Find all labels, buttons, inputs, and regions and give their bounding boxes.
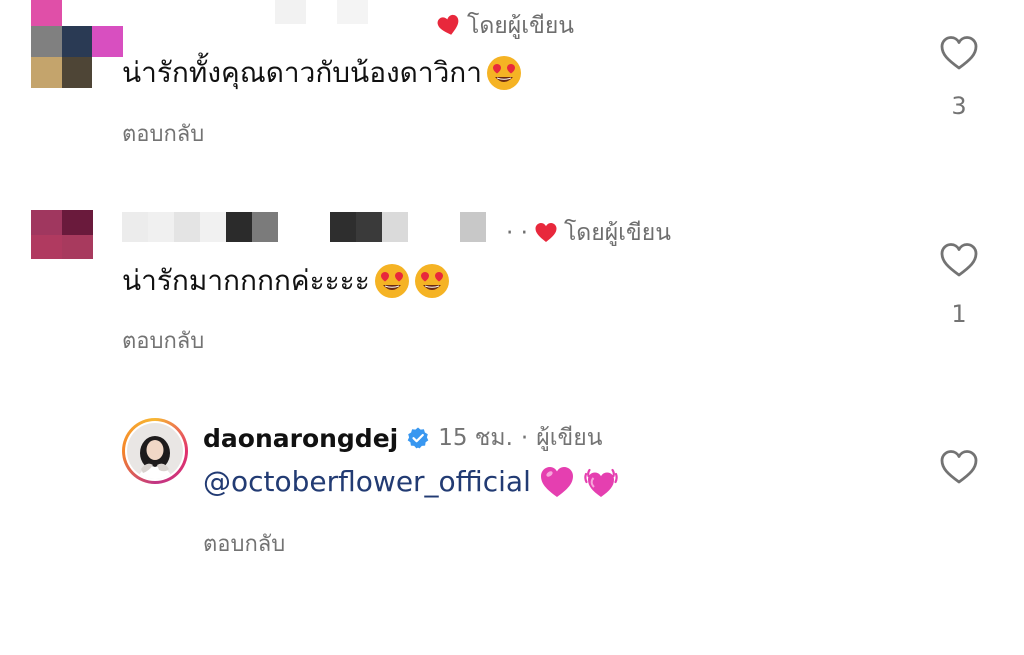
- author-role-label: ผู้เขียน: [536, 425, 603, 451]
- heart-eyes-emoji-icon: [414, 264, 449, 298]
- author-header: daonarongdej 15 ชม. · ผู้เขียน: [203, 420, 602, 456]
- username-censored[interactable]: [275, 0, 368, 24]
- mention-link[interactable]: @octoberflower_official: [203, 462, 531, 502]
- like-count: 1: [951, 300, 967, 328]
- author-username[interactable]: daonarongdej: [203, 424, 398, 453]
- like-count: 3: [951, 92, 967, 120]
- author-avatar[interactable]: [122, 418, 188, 484]
- avatar-pixel-block: [31, 234, 62, 260]
- username-pixel-block: [275, 0, 306, 24]
- heart-eyes-emoji-icon: [486, 56, 521, 90]
- heart-outline-icon[interactable]: [939, 447, 979, 487]
- timestamp: 15 ชม.: [438, 425, 513, 451]
- username-pixel-block: [122, 212, 148, 242]
- avatar[interactable]: [31, 210, 93, 284]
- username-pixel-block: [174, 212, 200, 242]
- beating-heart-emoji-icon: [584, 468, 618, 497]
- heart-eyes-emoji-icon: [374, 264, 409, 298]
- username-pixel-block: [408, 212, 434, 242]
- username-pixel-block: [382, 212, 408, 242]
- verified-badge-icon: [407, 427, 429, 449]
- comment-text: น่ารักมากกกกค่ะะะะ: [122, 261, 450, 301]
- avatar-pixel-block: [61, 57, 93, 88]
- liked-by-author-indicator: โดยผู้เขียน: [437, 8, 574, 44]
- reply-button[interactable]: ตอบกลับ: [122, 116, 204, 151]
- avatar-pixel-block: [31, 26, 62, 57]
- comment-body: น่ารักทั้งคุณดาวกับน้องดาวิกา: [122, 56, 482, 89]
- separator: · ·: [506, 220, 528, 246]
- avatar-pixel-block: [31, 259, 62, 284]
- liked-by-author-indicator: · · โดยผู้เขียน: [506, 215, 671, 251]
- avatar-pixel-block: [31, 0, 62, 26]
- username-pixel-block: [226, 212, 252, 242]
- liked-by-author-label: โดยผู้เขียน: [467, 13, 575, 39]
- heart-outline-icon[interactable]: [939, 33, 979, 73]
- username-pixel-block: [148, 212, 174, 242]
- username-censored[interactable]: [122, 212, 486, 242]
- avatar-pixel-block: [61, 0, 93, 26]
- username-pixel-block: [356, 212, 382, 242]
- username-pixel-block: [200, 212, 226, 242]
- avatar-pixel-block: [62, 234, 93, 260]
- avatar-pixel-block: [92, 26, 123, 57]
- reply-button[interactable]: ตอบกลับ: [122, 323, 204, 358]
- avatar-pixel-block: [92, 57, 123, 88]
- heart-outline-icon[interactable]: [939, 240, 979, 280]
- author-profile-photo: [127, 423, 183, 479]
- username-pixel-block: [252, 212, 278, 242]
- comment-text: @octoberflower_official: [203, 462, 619, 502]
- comment-body: น่ารักมากกกกค่ะะะะ: [122, 264, 370, 297]
- reply-button[interactable]: ตอบกลับ: [203, 526, 285, 561]
- avatar[interactable]: [31, 0, 123, 88]
- separator: ·: [520, 425, 529, 451]
- avatar-pixel-block: [61, 26, 93, 57]
- username-pixel-block: [304, 212, 330, 242]
- avatar-pixel-block: [31, 210, 62, 235]
- username-pixel-block: [434, 212, 460, 242]
- pink-heart-emoji-icon: [540, 467, 573, 497]
- username-pixel-block: [306, 0, 337, 24]
- avatar-pixel-block: [31, 57, 62, 88]
- username-pixel-block: [460, 212, 486, 242]
- avatar-pixel-block: [62, 210, 93, 235]
- red-heart-icon: [535, 223, 557, 242]
- avatar-pixel-block: [62, 259, 93, 284]
- username-pixel-block: [278, 212, 304, 242]
- comment-text: น่ารักทั้งคุณดาวกับน้องดาวิกา: [122, 53, 522, 93]
- username-pixel-block: [337, 0, 368, 24]
- liked-by-author-label: โดยผู้เขียน: [563, 220, 671, 246]
- avatar-pixel-block: [92, 0, 123, 26]
- red-heart-icon: [437, 14, 459, 35]
- username-pixel-block: [330, 212, 356, 242]
